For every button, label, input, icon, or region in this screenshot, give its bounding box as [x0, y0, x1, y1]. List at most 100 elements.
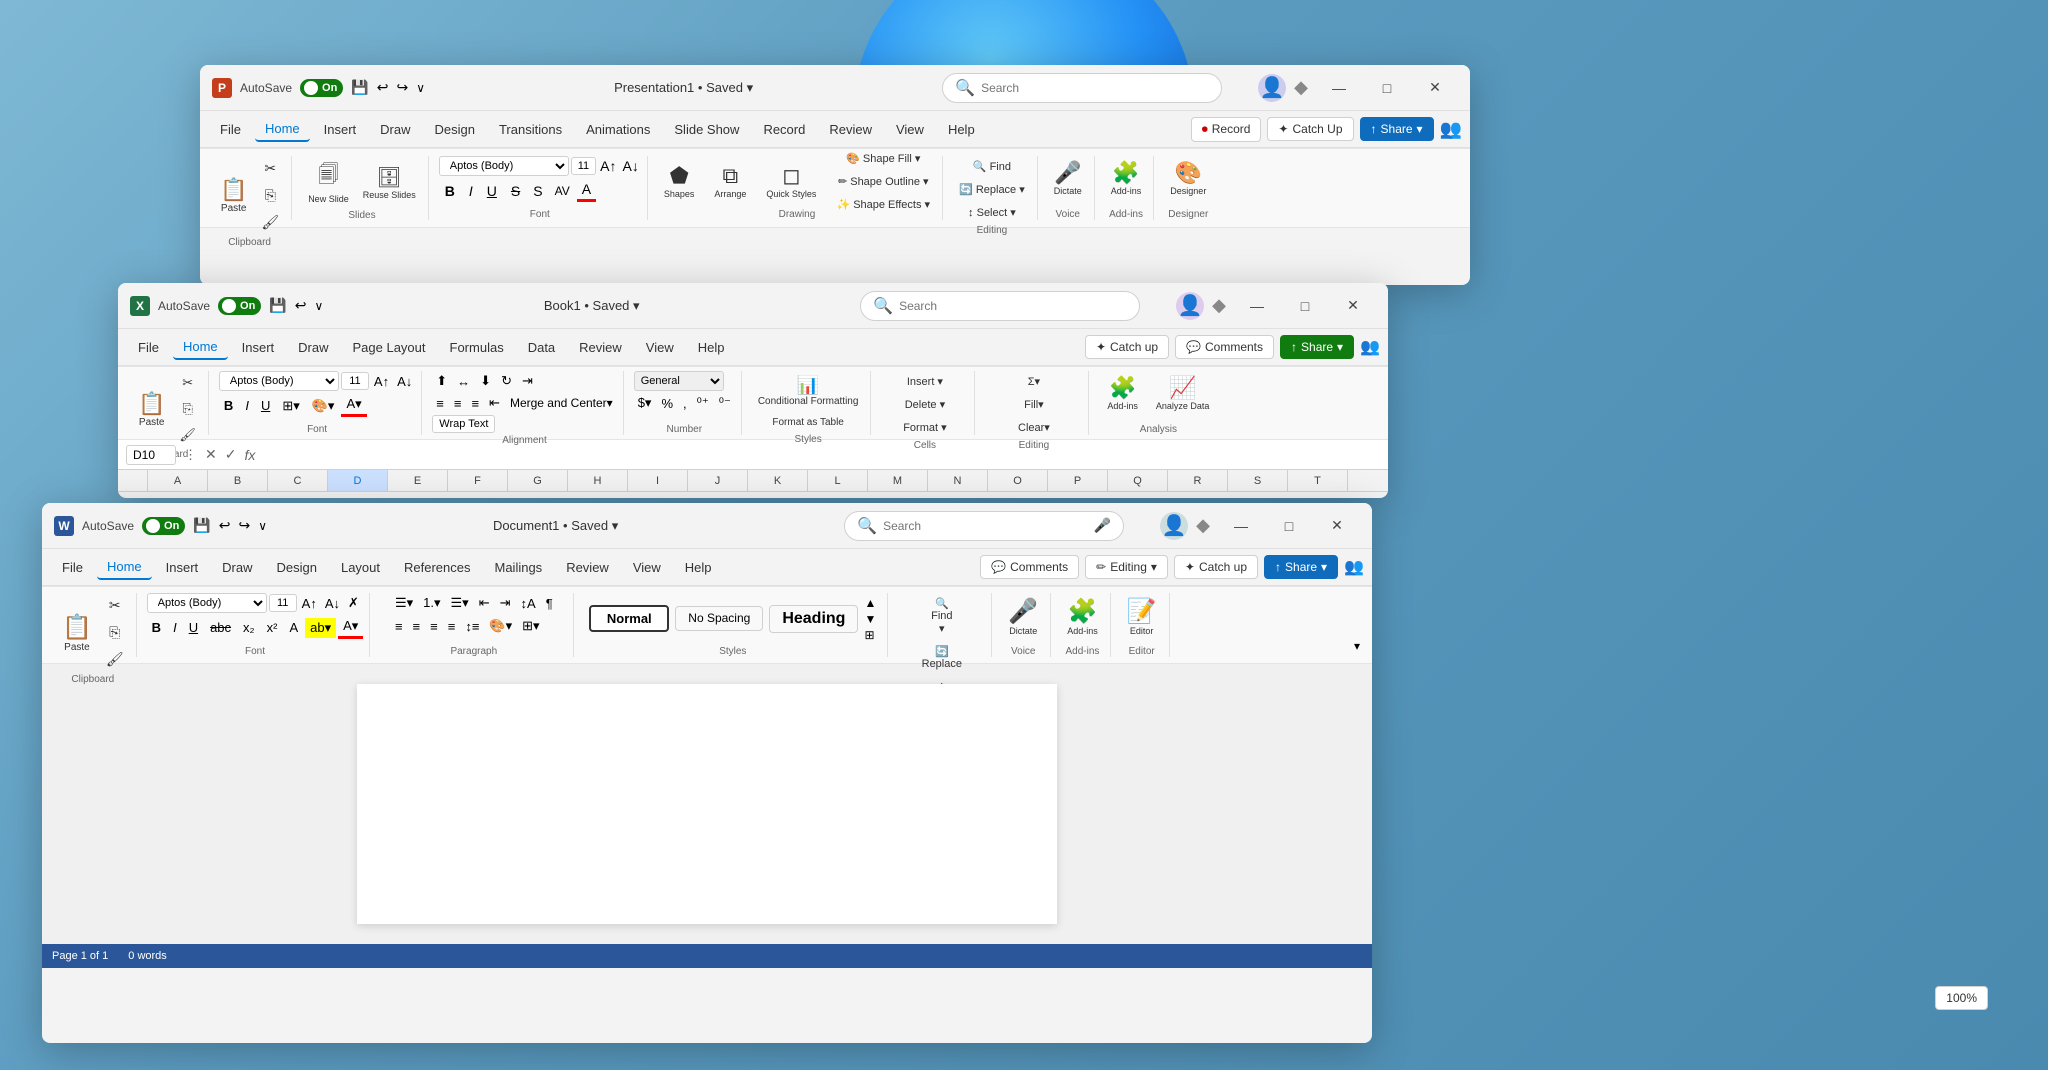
- ppt-menu-transitions[interactable]: Transitions: [489, 118, 572, 141]
- excel-align-bot-btn[interactable]: ⬇: [476, 371, 495, 391]
- word-styles-expand-icon[interactable]: ⊞: [864, 628, 876, 642]
- word-para-marks-btn[interactable]: ¶: [542, 594, 557, 613]
- word-dictate-btn[interactable]: 🎤 Dictate: [1002, 593, 1044, 640]
- word-copy-btn[interactable]: ⎘: [100, 620, 130, 645]
- ppt-fontcolor-btn[interactable]: A: [577, 179, 596, 202]
- excel-search-bar[interactable]: 🔍: [860, 291, 1140, 321]
- excel-format-painter-btn[interactable]: 🖌: [173, 423, 202, 447]
- word-decindent-btn[interactable]: ⇤: [475, 593, 494, 613]
- ppt-addins-btn[interactable]: 🧩 Add-ins: [1105, 156, 1148, 200]
- excel-align-left-btn[interactable]: ≡: [432, 394, 448, 413]
- ppt-designer-btn[interactable]: 🎨 Designer: [1164, 156, 1212, 200]
- excel-menu-view[interactable]: View: [636, 336, 684, 359]
- excel-col-l[interactable]: L: [808, 470, 868, 491]
- ppt-shapes-btn[interactable]: ⬟ Shapes: [658, 159, 701, 203]
- excel-expand-icon[interactable]: ∨: [315, 299, 324, 313]
- excel-wrap-btn[interactable]: Wrap Text: [432, 415, 495, 433]
- word-minimize-btn[interactable]: —: [1218, 510, 1264, 542]
- excel-font-grow-btn[interactable]: A↑: [371, 373, 392, 390]
- word-zoom-level[interactable]: 100%: [1935, 986, 1988, 1010]
- word-menu-home[interactable]: Home: [97, 555, 152, 580]
- ppt-shapeoutline-btn[interactable]: ✏ Shape Outline ▾: [830, 171, 936, 192]
- excel-font-size-input[interactable]: 11: [341, 372, 369, 390]
- ppt-find-btn[interactable]: 🔍 Find: [953, 156, 1031, 177]
- ppt-maximize-btn[interactable]: □: [1364, 72, 1410, 104]
- ppt-catchup-btn[interactable]: ✦ Catch Up: [1267, 117, 1353, 141]
- excel-menu-file[interactable]: File: [128, 336, 169, 359]
- excel-minimize-btn[interactable]: —: [1234, 290, 1280, 322]
- excel-menu-review[interactable]: Review: [569, 336, 632, 359]
- word-style-nospacing[interactable]: No Spacing: [675, 606, 763, 630]
- excel-menu-help[interactable]: Help: [688, 336, 735, 359]
- excel-formattable-btn[interactable]: Format as Table: [752, 413, 865, 432]
- word-editor-btn[interactable]: 📝 Editor: [1121, 593, 1163, 640]
- excel-dec-dec-btn[interactable]: ⁰⁻: [715, 393, 735, 413]
- ppt-menu-file[interactable]: File: [210, 118, 251, 141]
- excel-clear-btn[interactable]: Clear▾: [1012, 417, 1056, 438]
- excel-conditional-btn[interactable]: 📊 Conditional Formatting: [752, 371, 865, 411]
- word-search-bar[interactable]: 🔍 🎤: [844, 511, 1124, 541]
- ppt-menu-animations[interactable]: Animations: [576, 118, 660, 141]
- ppt-share-btn[interactable]: ↑ Share ▾: [1360, 117, 1434, 141]
- ppt-font-shrink-icon[interactable]: A↓: [621, 156, 641, 176]
- ppt-more-icon[interactable]: ∨: [416, 81, 425, 95]
- word-highlight-btn[interactable]: ab▾: [305, 618, 336, 638]
- excel-paste-btn[interactable]: 📋 Paste: [132, 387, 171, 432]
- excel-text-dir-btn[interactable]: ↻: [497, 371, 516, 391]
- excel-formula-icon[interactable]: fx: [244, 447, 255, 463]
- word-align-right-btn[interactable]: ≡: [426, 617, 442, 636]
- ppt-charspace-btn[interactable]: AV: [550, 182, 575, 200]
- ppt-shadow-btn[interactable]: S: [528, 181, 547, 201]
- word-align-justify-btn[interactable]: ≡: [444, 617, 460, 636]
- word-menu-layout[interactable]: Layout: [331, 556, 390, 579]
- ppt-menu-slideshow[interactable]: Slide Show: [664, 118, 749, 141]
- excel-addins2-btn[interactable]: 🧩 Add-ins: [1101, 371, 1144, 415]
- ppt-autosave-toggle[interactable]: On: [300, 79, 343, 97]
- excel-col-s[interactable]: S: [1228, 470, 1288, 491]
- excel-col-e[interactable]: E: [388, 470, 448, 491]
- word-styles-down-icon[interactable]: ▼: [864, 612, 876, 626]
- ppt-menu-design[interactable]: Design: [425, 118, 485, 141]
- excel-col-g[interactable]: G: [508, 470, 568, 491]
- excel-menu-pagelayout[interactable]: Page Layout: [343, 336, 436, 359]
- ppt-menu-help[interactable]: Help: [938, 118, 985, 141]
- word-share-btn[interactable]: ↑ Share ▾: [1264, 555, 1338, 579]
- excel-catchup-btn[interactable]: ✦ Catch up: [1085, 335, 1169, 359]
- excel-delete-btn[interactable]: Delete ▾: [897, 394, 952, 415]
- excel-dec-inc-btn[interactable]: ⁰⁺: [693, 393, 713, 413]
- ppt-redo-icon[interactable]: ↪: [397, 79, 409, 96]
- word-font-size-input[interactable]: 11: [269, 594, 297, 612]
- ppt-search-input[interactable]: [981, 81, 1209, 95]
- word-menu-design[interactable]: Design: [267, 556, 327, 579]
- excel-borders-btn[interactable]: ⊞▾: [277, 396, 304, 416]
- excel-undo-icon[interactable]: ↩: [295, 297, 307, 314]
- ppt-underline-btn[interactable]: U: [481, 180, 503, 202]
- excel-align-top-btn[interactable]: ⬆: [432, 371, 451, 391]
- excel-cut-btn[interactable]: ✂: [173, 371, 202, 395]
- excel-comments-btn[interactable]: 💬 Comments: [1175, 335, 1274, 359]
- word-superscript-btn[interactable]: x²: [262, 618, 283, 637]
- word-catchup-btn[interactable]: ✦ Catch up: [1174, 555, 1258, 579]
- ppt-quickstyles-btn[interactable]: ◻ Quick Styles: [760, 159, 822, 203]
- word-styles-up-icon[interactable]: ▲: [864, 596, 876, 610]
- excel-col-k[interactable]: K: [748, 470, 808, 491]
- excel-col-c[interactable]: C: [268, 470, 328, 491]
- ppt-menu-draw[interactable]: Draw: [370, 118, 420, 141]
- word-close-btn[interactable]: ✕: [1314, 510, 1360, 542]
- excel-search-input[interactable]: [899, 299, 1127, 313]
- excel-confirm-icon[interactable]: ✓: [225, 446, 237, 463]
- word-style-heading[interactable]: Heading: [769, 605, 858, 633]
- word-menu-review[interactable]: Review: [556, 556, 619, 579]
- excel-align-center-btn[interactable]: ≡: [450, 394, 466, 413]
- word-underline-btn[interactable]: U: [184, 618, 203, 637]
- excel-col-i[interactable]: I: [628, 470, 688, 491]
- excel-autosave-toggle[interactable]: On: [218, 297, 261, 315]
- excel-fontcolor-btn[interactable]: A▾: [341, 394, 366, 417]
- word-bullets-btn[interactable]: ☰▾: [391, 593, 417, 613]
- excel-comma-btn[interactable]: ,: [679, 394, 691, 413]
- word-menu-file[interactable]: File: [52, 556, 93, 579]
- ppt-menu-view[interactable]: View: [886, 118, 934, 141]
- word-incindent-btn[interactable]: ⇥: [496, 593, 515, 613]
- excel-format-btn[interactable]: Format ▾: [897, 417, 952, 438]
- word-linespace-btn[interactable]: ↕≡: [461, 617, 483, 636]
